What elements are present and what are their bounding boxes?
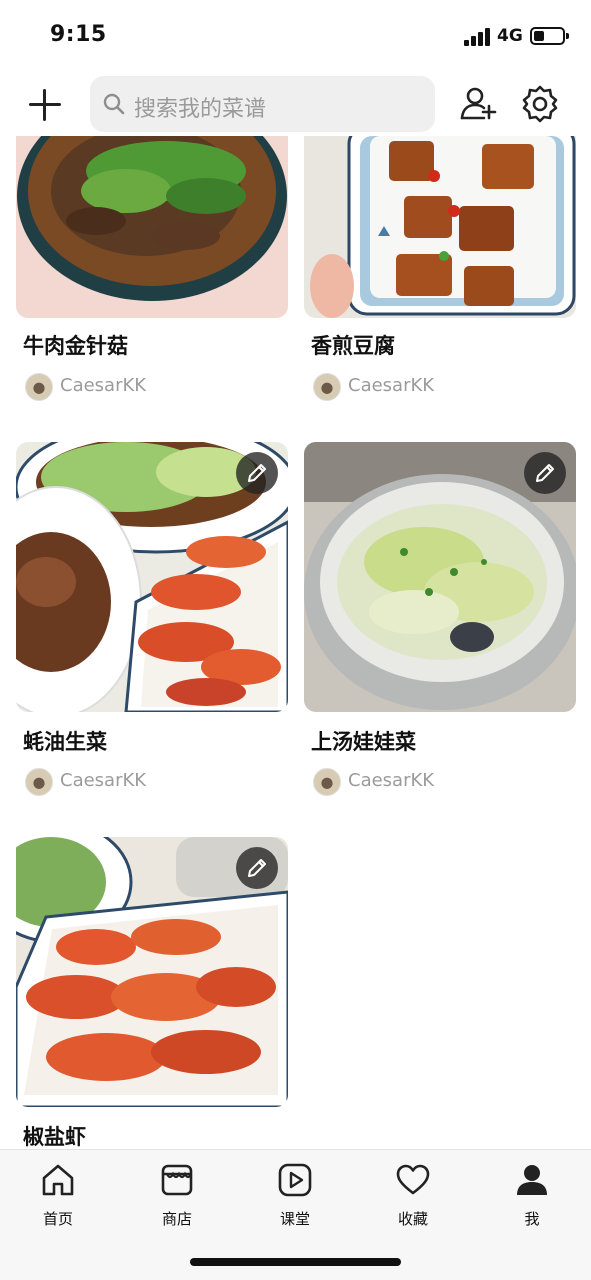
heart-icon: [396, 1164, 430, 1195]
search-input[interactable]: 搜索我的菜谱: [90, 76, 435, 132]
recipe-title[interactable]: 香煎豆腐: [311, 330, 395, 360]
pencil-icon: [248, 464, 266, 482]
recipe-title[interactable]: 上汤娃娃菜: [311, 726, 416, 756]
tab-label: 商店: [161, 1210, 192, 1228]
recipe-photo: [16, 837, 288, 1107]
avatar: [25, 768, 53, 796]
avatar: [25, 373, 53, 401]
author-name: CaesarKK: [60, 375, 147, 396]
avatar: [313, 768, 341, 796]
recipe-card[interactable]: 上汤娃娃菜 CaesarKK: [304, 442, 576, 796]
gear-icon[interactable]: [520, 84, 560, 124]
tab-me[interactable]: 我: [492, 1162, 572, 1232]
tab-label: 我: [524, 1210, 540, 1228]
network-type: 4G: [497, 26, 523, 46]
edit-button[interactable]: [236, 847, 278, 889]
author-name: CaesarKK: [60, 770, 147, 791]
author-name: CaesarKK: [348, 770, 435, 791]
signal-icon: [464, 28, 492, 46]
status-bar: 9:15 4G: [0, 0, 591, 70]
tab-store[interactable]: 商店: [137, 1162, 217, 1232]
pencil-icon: [536, 464, 554, 482]
home-indicator[interactable]: [190, 1258, 401, 1266]
recipe-photo: [16, 442, 288, 712]
edit-button[interactable]: [524, 452, 566, 494]
header: 搜索我的菜谱: [0, 72, 591, 136]
recipe-photo: [304, 442, 576, 712]
store-icon: [161, 1164, 193, 1196]
tab-label: 收藏: [397, 1210, 428, 1228]
plus-icon[interactable]: [26, 86, 64, 124]
avatar: [313, 373, 341, 401]
play-icon: [278, 1163, 312, 1197]
home-icon: [42, 1164, 74, 1196]
search-placeholder: 搜索我的菜谱: [134, 97, 267, 122]
tab-label: 课堂: [279, 1210, 310, 1228]
tab-home[interactable]: 首页: [18, 1162, 98, 1232]
tab-class[interactable]: 课堂: [255, 1162, 335, 1232]
add-user-icon[interactable]: [458, 84, 498, 124]
battery-icon: [530, 27, 569, 45]
recipe-card[interactable]: 椒盐虾: [16, 837, 288, 1149]
recipe-card[interactable]: 牛肉金针菇 CaesarKK: [16, 136, 288, 401]
edit-button[interactable]: [236, 452, 278, 494]
tab-favorites[interactable]: 收藏: [373, 1162, 453, 1232]
tab-label: 首页: [42, 1210, 73, 1228]
recipe-photo: [304, 136, 576, 318]
recipe-card[interactable]: 香煎豆腐 CaesarKK: [304, 136, 576, 401]
recipe-title[interactable]: 椒盐虾: [23, 1121, 86, 1151]
status-time: 9:15: [50, 22, 107, 47]
recipe-title[interactable]: 蚝油生菜: [23, 726, 107, 756]
recipe-photo: [16, 136, 288, 318]
author-name: CaesarKK: [348, 375, 435, 396]
user-icon: [517, 1165, 547, 1195]
search-icon: [103, 93, 125, 115]
recipe-title[interactable]: 牛肉金针菇: [23, 330, 128, 360]
pencil-icon: [248, 859, 266, 877]
recipe-card[interactable]: 蚝油生菜 CaesarKK: [16, 442, 288, 796]
